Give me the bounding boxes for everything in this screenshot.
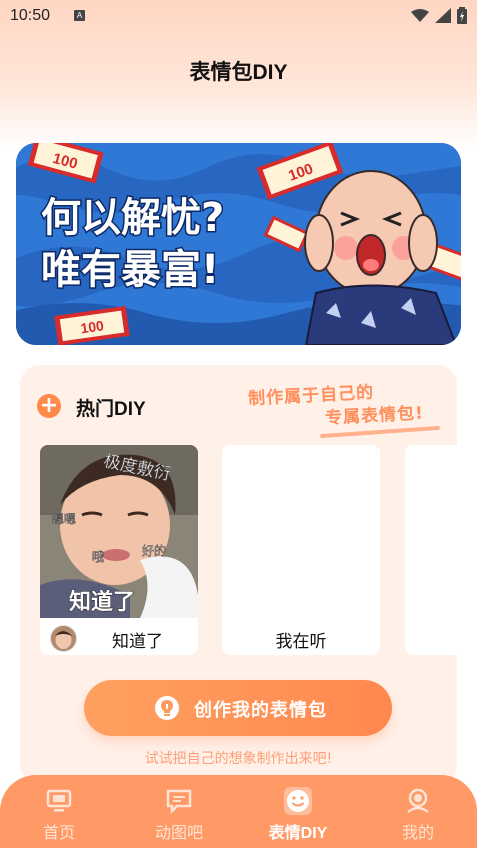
diy-item-card[interactable]: 我在听 — [222, 445, 380, 655]
monitor-icon — [46, 789, 72, 812]
svg-text:好的: 好的 — [142, 543, 166, 558]
bottom-tab-bar: 首页 动图吧 表情DIY 我的 — [0, 775, 477, 848]
plus-icon[interactable]: + — [37, 394, 61, 418]
diy-item-label: 知道了 — [112, 632, 163, 651]
svg-text:哦: 哦 — [92, 550, 104, 564]
tab-label: 动图吧 — [154, 825, 203, 842]
create-meme-button[interactable]: 创作我的表情包 — [84, 680, 392, 736]
tab-home[interactable]: 首页 — [9, 775, 109, 848]
svg-text:知道了: 知道了 — [69, 589, 135, 615]
hint-text: 试试把自己的想象制作出来吧! — [144, 751, 333, 767]
status-time: 10:50 — [10, 7, 51, 24]
tab-meme-diy[interactable]: 表情DIY — [248, 775, 348, 848]
tab-mine[interactable]: 我的 — [368, 775, 468, 848]
promo-banner[interactable]: 100 100 100 何以解忧? 唯有暴富! — [16, 143, 461, 345]
wifi-icon — [411, 8, 429, 22]
meme-thumbnail: 极度敷衍 嗯嗯 哦 好的 知道了 — [40, 445, 198, 618]
diy-item-card[interactable] — [405, 445, 457, 655]
tab-label: 首页 — [42, 825, 75, 842]
svg-text:唯有暴富!: 唯有暴富! — [41, 247, 219, 293]
lightbulb-icon — [155, 696, 179, 720]
svg-text:何以解忧?: 何以解忧? — [41, 195, 224, 241]
signal-icon — [435, 8, 451, 23]
diy-item-label: 我在听 — [275, 632, 327, 651]
page-title: 表情包DIY — [189, 61, 288, 84]
tab-gif[interactable]: 动图吧 — [129, 775, 229, 848]
diy-item-card[interactable]: 极度敷衍 嗯嗯 哦 好的 知道了 知道了 — [40, 445, 198, 655]
hot-diy-card: + 热门DIY 制作属于自己的 专属表情包! 极度敷衍 嗯嗯 哦 好的 知道了 … — [20, 365, 457, 785]
user-icon — [407, 788, 429, 814]
tab-label: 表情DIY — [268, 825, 328, 842]
tab-label: 我的 — [401, 825, 434, 842]
notification-icon: A — [74, 10, 85, 21]
status-bar: 10:50 A — [0, 0, 477, 32]
create-button-label: 创作我的表情包 — [194, 700, 327, 721]
svg-text:嗯嗯: 嗯嗯 — [52, 512, 76, 526]
svg-text:100: 100 — [79, 317, 105, 336]
smiley-icon — [284, 787, 312, 815]
battery-icon — [457, 7, 467, 24]
slogan-line2: 专属表情包! — [324, 403, 425, 429]
banner-illustration: 100 100 100 何以解忧? 唯有暴富! — [16, 143, 461, 345]
chat-icon — [166, 789, 192, 815]
hot-diy-title: 热门DIY — [76, 399, 146, 420]
